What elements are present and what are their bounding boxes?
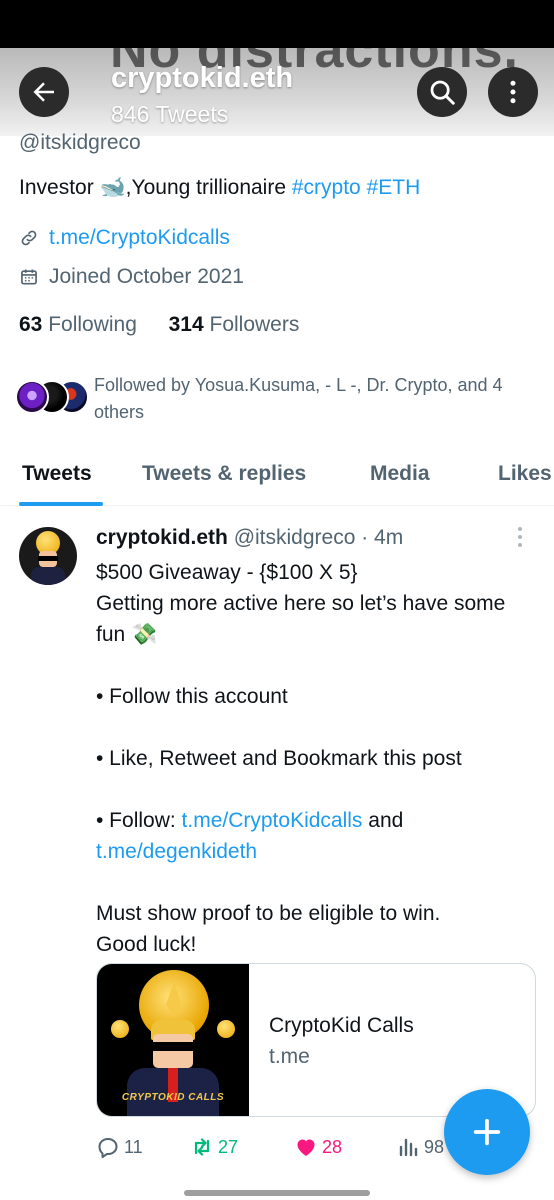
profile-joined-row: Joined October 2021: [19, 265, 244, 289]
followers-label: Followers: [209, 313, 300, 336]
following-link[interactable]: 63 Following: [19, 313, 137, 336]
views-icon: [399, 1138, 418, 1157]
card-title: CryptoKid Calls: [269, 1014, 414, 1037]
tweet-text: $500 Giveaway - {$100 X 5} Getting more …: [96, 557, 536, 960]
card-image: CRYPTOKID CALLS: [97, 964, 249, 1116]
views-button[interactable]: 98: [396, 1135, 444, 1159]
tweet-link-cryptokidcalls[interactable]: t.me/CryptoKidcalls: [182, 809, 363, 832]
like-count: 28: [322, 1136, 343, 1157]
tweet-avatar[interactable]: [19, 527, 77, 585]
followers-link[interactable]: 314 Followers: [169, 313, 300, 336]
tweet-line: Getting more active here so let’s have s…: [96, 592, 506, 646]
tab-likes[interactable]: Likes: [498, 462, 552, 486]
compose-tweet-button[interactable]: [444, 1089, 530, 1175]
retweet-button[interactable]: 27: [190, 1135, 238, 1159]
tweet-more-icon[interactable]: [514, 527, 526, 549]
followed-by-row[interactable]: Followed by Yosua.Kusuma, - L -, Dr. Cry…: [15, 370, 545, 430]
card-image-label: CRYPTOKID CALLS: [121, 1092, 225, 1103]
follow-middle: and: [362, 809, 404, 832]
tweet-line: • Like, Retweet and Bookmark this post: [96, 747, 462, 770]
profile-header: No distractions. cryptokid.eth 846 Tweet…: [0, 48, 554, 136]
tab-tweets[interactable]: Tweets: [22, 462, 92, 486]
tweet-author-name[interactable]: cryptokid.eth: [96, 526, 228, 549]
reply-count: 11: [124, 1136, 143, 1157]
heart-icon: [297, 1139, 315, 1156]
active-tab-indicator: [19, 502, 103, 506]
search-icon: [430, 80, 455, 105]
retweet-count: 27: [218, 1136, 239, 1157]
tweet-line: $500 Giveaway - {$100 X 5}: [96, 561, 358, 584]
profile-handle: @itskidgreco: [19, 131, 141, 154]
header-display-name: cryptokid.eth: [111, 62, 294, 94]
more-vertical-icon: [510, 80, 516, 104]
tweet-line: [96, 650, 536, 681]
tweet-line: [96, 712, 536, 743]
reply-icon: [98, 1138, 118, 1158]
followers-count: 314: [168, 313, 204, 336]
tweet-line: Must show proof to be eligible to win.: [96, 902, 441, 925]
tweet-line: [96, 774, 536, 805]
profile-link[interactable]: t.me/CryptoKidcalls: [49, 226, 230, 250]
following-label: Following: [48, 313, 137, 336]
tweet-line: • Follow this account: [96, 685, 288, 708]
tab-media[interactable]: Media: [370, 462, 430, 486]
home-indicator[interactable]: [184, 1190, 370, 1196]
reply-button[interactable]: 11: [96, 1135, 143, 1159]
bio-text: Investor 🐋,Young trillionaire: [19, 176, 292, 199]
card-domain: t.me: [269, 1045, 310, 1068]
tweet-handle-time: @itskidgreco · 4m: [233, 526, 404, 549]
follower-avatar: [15, 380, 49, 414]
hashtag-crypto[interactable]: #crypto: [292, 176, 361, 199]
followed-by-text: Followed by Yosua.Kusuma, - L -, Dr. Cry…: [94, 375, 503, 422]
tweet-line: Good luck!: [96, 933, 197, 956]
tweet-header: cryptokid.eth @itskidgreco · 4m: [96, 526, 403, 550]
following-count: 63: [19, 313, 43, 336]
hashtag-eth[interactable]: #ETH: [367, 176, 421, 199]
follow-stats: 63 Following 314 Followers: [19, 313, 299, 337]
calendar-icon: [21, 269, 37, 285]
profile-link-row: t.me/CryptoKidcalls: [19, 226, 230, 250]
follow-prefix: • Follow:: [96, 809, 182, 832]
plus-icon: [473, 1118, 501, 1146]
joined-date: Joined October 2021: [49, 265, 244, 288]
views-count: 98: [424, 1136, 445, 1157]
link-icon: [21, 230, 37, 246]
back-arrow-icon: [33, 82, 54, 102]
more-options-button[interactable]: [488, 67, 538, 117]
tweet-line: [96, 867, 536, 898]
tab-tweets-replies[interactable]: Tweets & replies: [142, 462, 306, 486]
status-bar: [0, 0, 554, 48]
tweet-link-degenkideth[interactable]: t.me/degenkideth: [96, 840, 257, 863]
profile-bio: Investor 🐋,Young trillionaire #crypto #E…: [19, 176, 420, 200]
profile-tabs: Tweets Tweets & replies Media Likes: [0, 448, 554, 506]
tweet-follow-line: • Follow: t.me/CryptoKidcalls and t.me/d…: [96, 805, 536, 867]
search-button[interactable]: [417, 67, 467, 117]
like-button[interactable]: 28: [294, 1135, 342, 1159]
back-button[interactable]: [19, 67, 69, 117]
retweet-icon: [194, 1138, 210, 1156]
header-tweet-count: 846 Tweets: [111, 101, 229, 127]
